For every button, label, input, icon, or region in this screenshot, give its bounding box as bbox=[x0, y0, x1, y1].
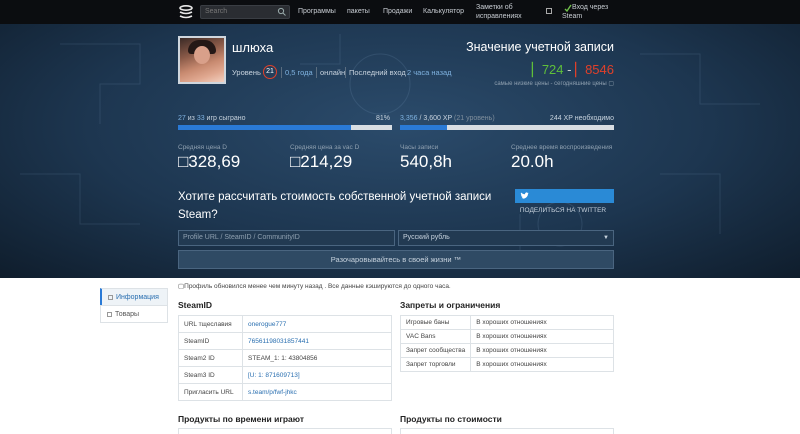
level-badge: 21 bbox=[263, 65, 277, 79]
profile-url-placeholder: Profile URL / SteamID / CommunityID bbox=[183, 234, 300, 241]
table-row: Запрет сообщества В хороших отношениях bbox=[399, 343, 614, 358]
table-row: Пригласить URL s.team/p/fwf-jhkc bbox=[178, 383, 392, 401]
sidebar-item-products[interactable]: Товары bbox=[100, 305, 168, 323]
products-by-cost-table bbox=[400, 428, 614, 434]
account-value-low: ▏724 bbox=[531, 62, 564, 77]
nav-link-patch-notes[interactable]: Заметки об исправлениях bbox=[476, 3, 546, 21]
search-placeholder: Search bbox=[205, 8, 228, 15]
products-icon bbox=[107, 311, 112, 317]
twitter-share-label: ПОДЕЛИТЬСЯ НА TWITTER bbox=[519, 207, 607, 214]
stat-value-avg-price: □328,69 bbox=[178, 152, 241, 171]
table-row: Запрет торговли В хороших отношениях bbox=[399, 357, 614, 372]
last-login-label: Последний вход bbox=[349, 68, 406, 77]
stat-value-hours: 540,8h bbox=[400, 152, 452, 171]
caret-down-icon: ▼ bbox=[603, 235, 609, 241]
calculate-button[interactable]: Разочаровывайтесь в своей жизни ™ bbox=[178, 250, 614, 269]
twitter-icon bbox=[520, 192, 529, 199]
stat-label-avg-playtime: Среднее время воспроизведения bbox=[511, 144, 613, 151]
games-progress-fill bbox=[178, 125, 352, 130]
username: шлюха bbox=[232, 40, 274, 55]
bans-heading: Запреты и ограничения bbox=[400, 300, 501, 310]
profile-hero: шлюха Уровень 21 0,5 года онлайн Последн… bbox=[0, 24, 800, 278]
steamid-table: URL тщеславия onerogue777 SteamID 76561198… bbox=[178, 315, 392, 401]
login-link[interactable]: Вход через Steam bbox=[562, 3, 622, 21]
table-row: SteamID 76561198031857441 bbox=[178, 332, 392, 350]
table-row: URL тщеславия onerogue777 bbox=[178, 315, 392, 333]
table-row: Steam2 ID STEAM_1: 1: 43804856 bbox=[178, 349, 392, 367]
calculator-title: Хотите рассчитать стоимость собственной … bbox=[178, 191, 492, 221]
refresh-note: ▢Профиль обновился менее чем минуту наза… bbox=[178, 283, 451, 290]
online-status: онлайн bbox=[320, 68, 346, 77]
steam3id-link[interactable]: [U: 1: 871609713] bbox=[242, 366, 392, 384]
logo-icon[interactable] bbox=[178, 4, 194, 20]
products-by-time-table bbox=[178, 428, 392, 434]
products-by-time-heading: Продукты по времени играют bbox=[178, 414, 304, 424]
table-row: Игровые баны В хороших отношениях bbox=[399, 315, 614, 330]
currency-select[interactable]: Русский рубль ▼ bbox=[398, 230, 614, 246]
nav-link-packages[interactable]: пакеты bbox=[347, 7, 370, 16]
currency-selected: Русский рубль bbox=[403, 234, 450, 241]
top-nav: Search Программы пакеты Продажи Калькуля… bbox=[0, 0, 800, 24]
xp-needed: 244 XP необходимо bbox=[549, 115, 614, 122]
search-icon[interactable] bbox=[277, 7, 287, 17]
table-row: Steam3 ID [U: 1: 871609713] bbox=[178, 366, 392, 384]
stat-label-avg-price: Средняя цена D bbox=[178, 144, 227, 151]
games-played-percent: 81% bbox=[376, 115, 391, 122]
xp-progress-bar bbox=[400, 125, 614, 130]
stat-label-hours: Часы записи bbox=[400, 144, 439, 151]
steamid-link[interactable]: 76561198031857441 bbox=[242, 332, 392, 350]
search-input[interactable]: Search bbox=[200, 5, 290, 19]
account-value-title: Значение учетной записи bbox=[466, 40, 614, 54]
twitter-share-button[interactable] bbox=[515, 189, 614, 203]
stat-value-avg-playtime: 20.0h bbox=[511, 152, 554, 171]
games-played-label: 27 из 33 игр сыграно bbox=[178, 115, 246, 122]
last-login-value: 2 часа назад bbox=[407, 68, 452, 77]
games-progress-bar bbox=[178, 125, 392, 130]
account-value-range: ▏724 - ▏8546 bbox=[531, 62, 614, 77]
info-icon bbox=[108, 294, 113, 300]
nav-link-programs[interactable]: Программы bbox=[298, 7, 336, 16]
square-icon[interactable] bbox=[546, 8, 552, 14]
nav-link-sales[interactable]: Продажи bbox=[383, 7, 412, 16]
xp-progress-fill bbox=[400, 125, 448, 130]
profile-url-input[interactable]: Profile URL / SteamID / CommunityID bbox=[178, 230, 395, 246]
avatar[interactable] bbox=[178, 36, 226, 84]
nav-link-calculator[interactable]: Калькулятор bbox=[423, 7, 464, 16]
vanity-url-link[interactable]: onerogue777 bbox=[242, 315, 392, 333]
level-label: Уровень bbox=[232, 68, 261, 77]
account-value-high: ▏8546 bbox=[575, 62, 614, 77]
account-age: 0,5 года bbox=[285, 68, 313, 77]
steamid-heading: SteamID bbox=[178, 300, 213, 310]
stat-label-avg-vac-price: Средняя цена за vac D bbox=[290, 144, 360, 151]
sidebar-item-info[interactable]: Информация bbox=[100, 288, 168, 306]
account-value-note: самые низкие цены - сегодняшние цены ▢ bbox=[494, 81, 614, 87]
table-row: VAC Bans В хороших отношениях bbox=[399, 329, 614, 344]
bans-table: Игровые баны В хороших отношениях VAC Ban… bbox=[399, 315, 614, 372]
products-by-cost-heading: Продукты по стоимости bbox=[400, 414, 502, 424]
invite-url-link[interactable]: s.team/p/fwf-jhkc bbox=[242, 383, 392, 401]
stat-value-avg-vac-price: □214,29 bbox=[290, 152, 353, 171]
